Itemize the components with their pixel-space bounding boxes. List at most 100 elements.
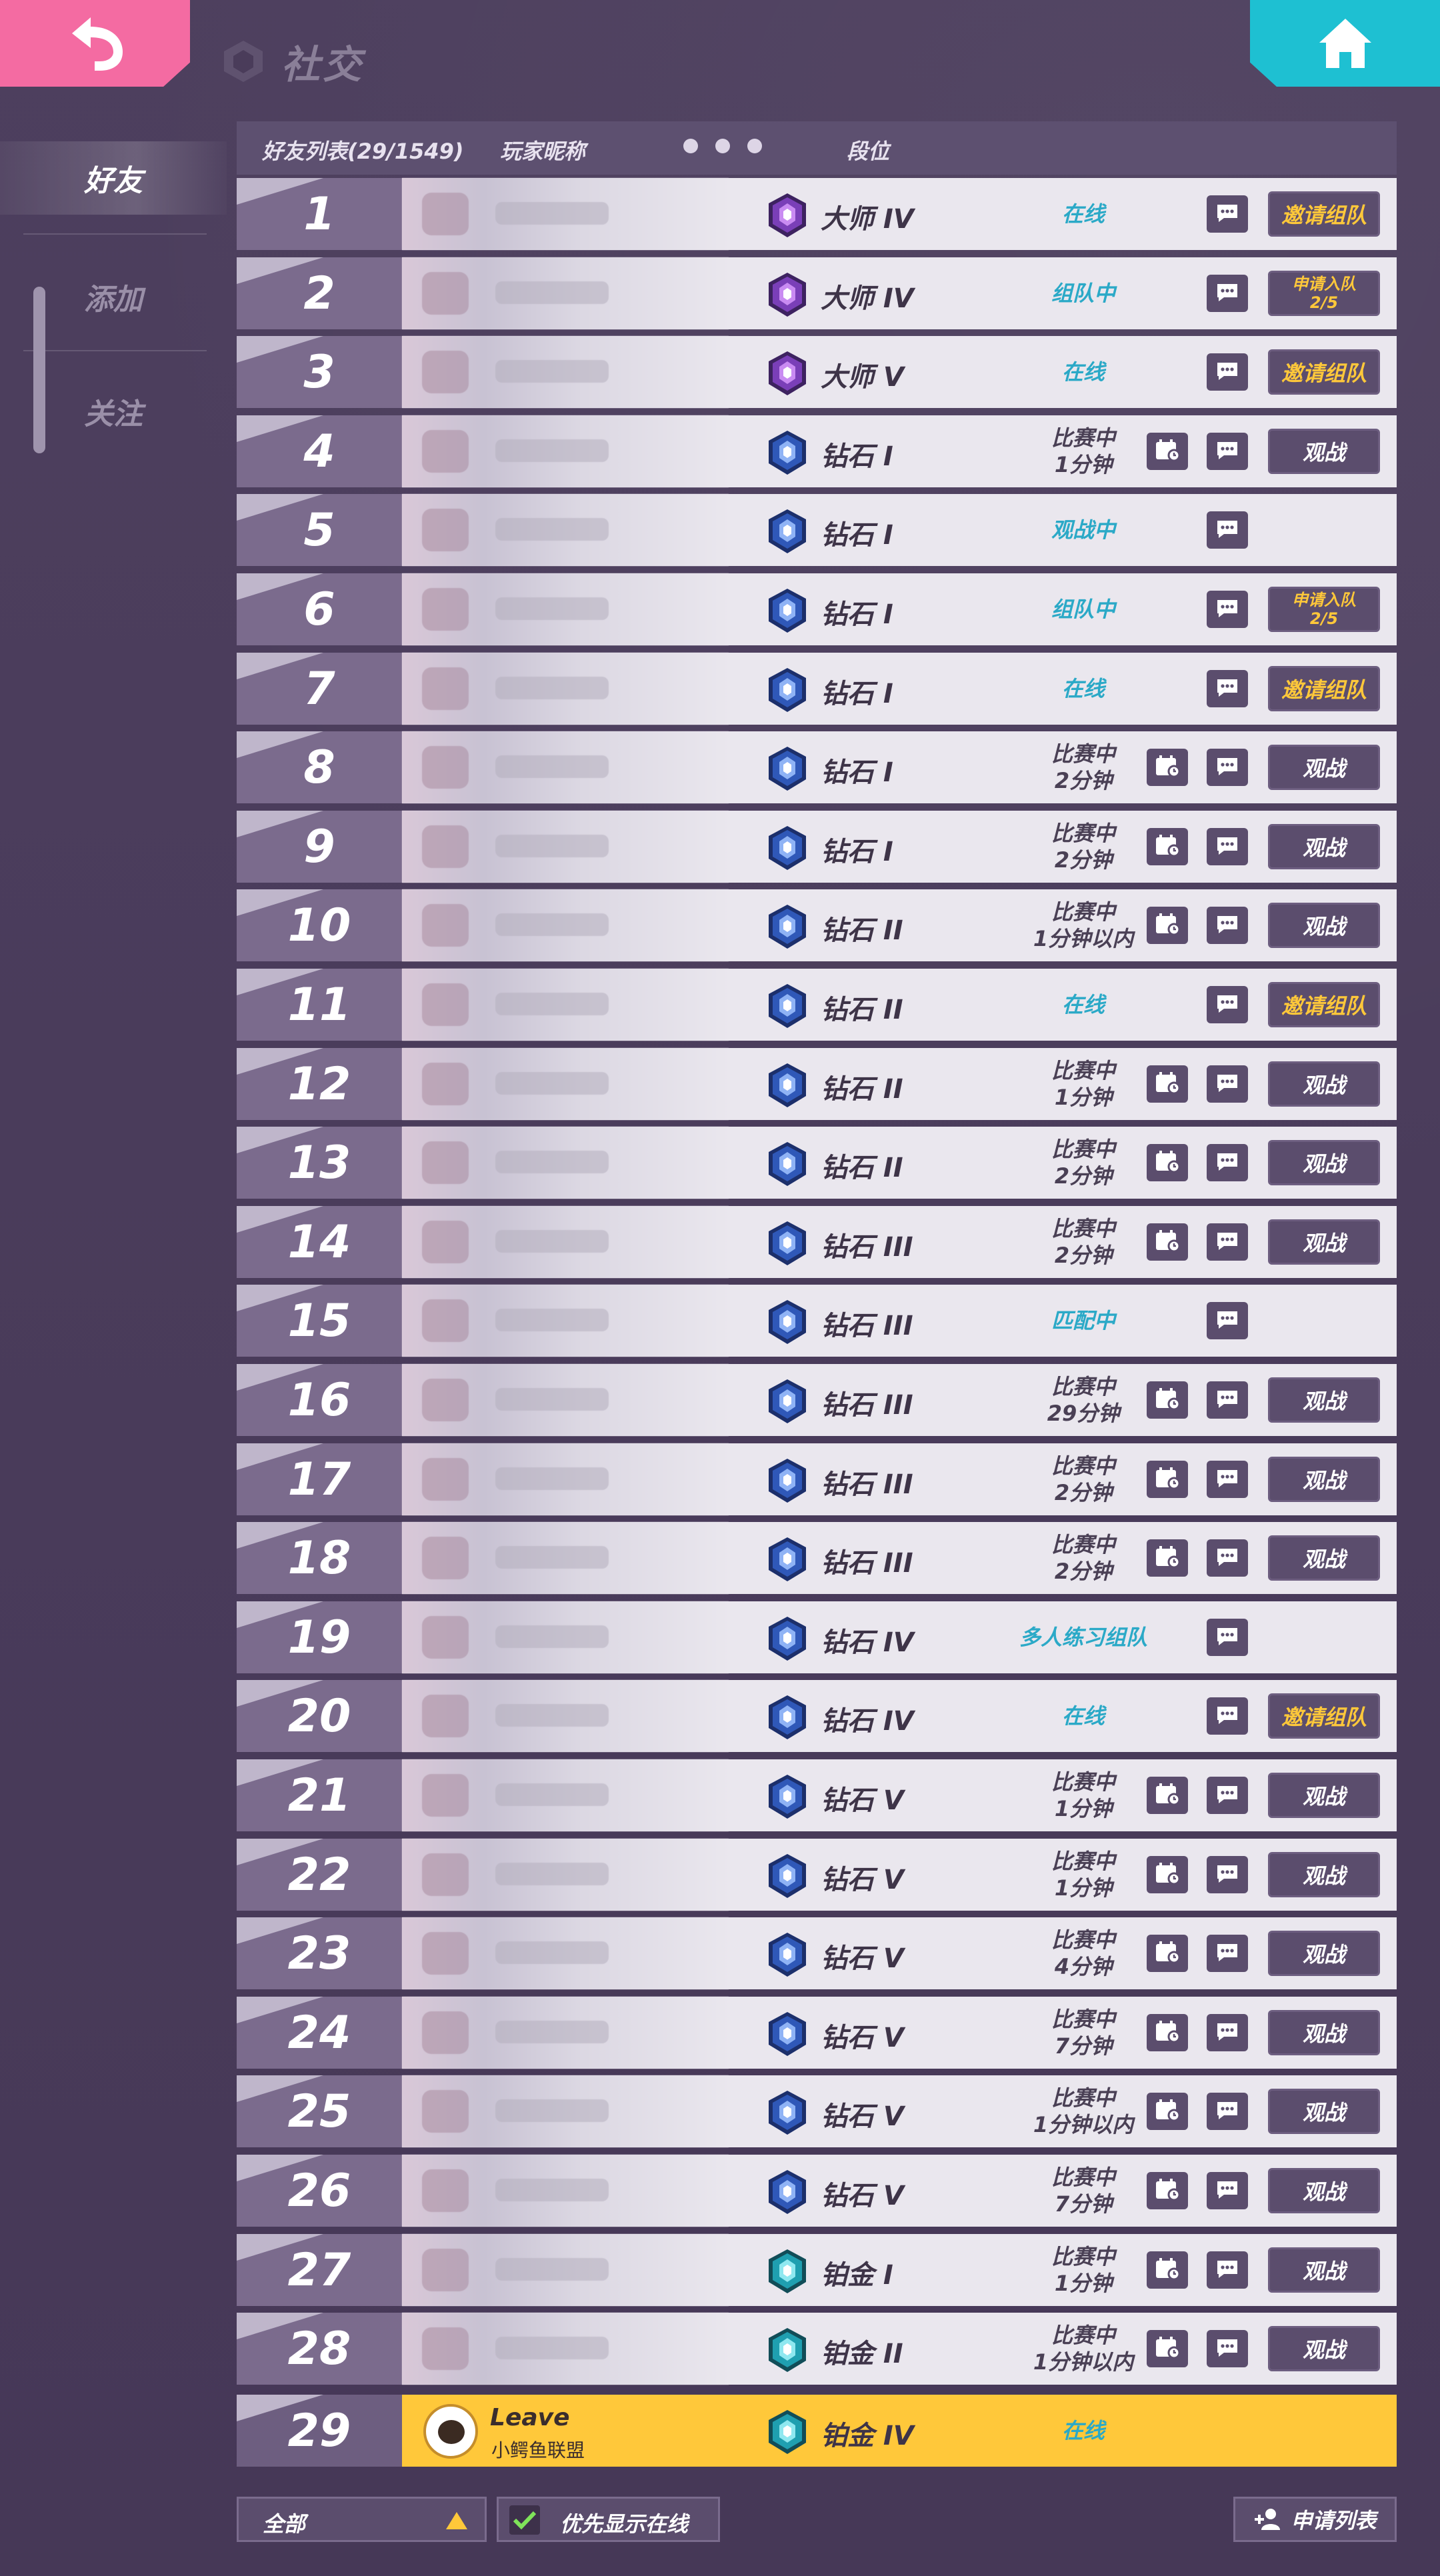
- schedule-button[interactable]: [1147, 1777, 1188, 1814]
- invite-team-button[interactable]: 邀请组队: [1268, 666, 1380, 711]
- chat-button[interactable]: [1207, 1856, 1248, 1893]
- schedule-button[interactable]: [1147, 1223, 1188, 1261]
- chat-button[interactable]: [1207, 1302, 1248, 1339]
- friend-row[interactable]: 16 钻石 III 比赛中 29分钟 观战: [237, 1364, 1397, 1436]
- spectate-button[interactable]: 观战: [1268, 1773, 1380, 1818]
- apply-join-button[interactable]: 申请入队 2/5: [1268, 587, 1380, 632]
- chat-button[interactable]: [1207, 749, 1248, 786]
- chat-button[interactable]: [1207, 1144, 1248, 1181]
- friend-row[interactable]: 5 钻石 I 观战中: [237, 494, 1397, 566]
- chat-button[interactable]: [1207, 986, 1248, 1023]
- spectate-button[interactable]: 观战: [1268, 2247, 1380, 2293]
- chat-button[interactable]: [1207, 1461, 1248, 1498]
- friend-row[interactable]: 28 铂金 II 比赛中 1分钟以内 观战: [237, 2313, 1397, 2385]
- invite-team-button[interactable]: 邀请组队: [1268, 982, 1380, 1027]
- chat-button[interactable]: [1207, 1381, 1248, 1419]
- chat-button[interactable]: [1207, 195, 1248, 233]
- schedule-button[interactable]: [1147, 2251, 1188, 2289]
- chat-button[interactable]: [1207, 1539, 1248, 1577]
- invite-team-button[interactable]: 邀请组队: [1268, 349, 1380, 395]
- friend-row[interactable]: 12 钻石 II 比赛中 1分钟 观战: [237, 1048, 1397, 1120]
- chat-button[interactable]: [1207, 275, 1248, 312]
- sidebar-scrollbar[interactable]: [33, 287, 45, 453]
- online-first-toggle[interactable]: 优先显示在线: [497, 2497, 720, 2542]
- chat-button[interactable]: [1207, 1697, 1248, 1735]
- schedule-button[interactable]: [1147, 1144, 1188, 1181]
- friend-row[interactable]: 18 钻石 III 比赛中 2分钟 观战: [237, 1522, 1397, 1594]
- checkbox[interactable]: [509, 2505, 540, 2535]
- schedule-button[interactable]: [1147, 749, 1188, 786]
- friend-row[interactable]: 14 钻石 III 比赛中 2分钟 观战: [237, 1206, 1397, 1278]
- spectate-button[interactable]: 观战: [1268, 2010, 1380, 2055]
- spectate-button[interactable]: 观战: [1268, 2168, 1380, 2213]
- spectate-button[interactable]: 观战: [1268, 1219, 1380, 1265]
- chat-button[interactable]: [1207, 591, 1248, 628]
- schedule-button[interactable]: [1147, 433, 1188, 470]
- schedule-button[interactable]: [1147, 907, 1188, 944]
- spectate-button[interactable]: 观战: [1268, 1061, 1380, 1107]
- chat-button[interactable]: [1207, 1223, 1248, 1261]
- home-button[interactable]: [1250, 0, 1440, 87]
- spectate-button[interactable]: 观战: [1268, 2326, 1380, 2371]
- friend-row[interactable]: 22 钻石 V 比赛中 1分钟 观战: [237, 1839, 1397, 1911]
- friend-row[interactable]: 21 钻石 V 比赛中 1分钟 观战: [237, 1759, 1397, 1831]
- chat-button[interactable]: [1207, 1619, 1248, 1656]
- spectate-button[interactable]: 观战: [1268, 1140, 1380, 1185]
- chat-button[interactable]: [1207, 2093, 1248, 2130]
- chat-button[interactable]: [1207, 907, 1248, 944]
- chat-button[interactable]: [1207, 1065, 1248, 1103]
- self-row[interactable]: 29 Leave 小鳄鱼联盟 铂金 IV 在线: [237, 2395, 1397, 2467]
- friend-row[interactable]: 13 钻石 II 比赛中 2分钟 观战: [237, 1127, 1397, 1199]
- chat-button[interactable]: [1207, 1935, 1248, 1972]
- spectate-button[interactable]: 观战: [1268, 745, 1380, 790]
- friend-row[interactable]: 1 大师 IV 在线 邀请组队: [237, 178, 1397, 250]
- spectate-button[interactable]: 观战: [1268, 824, 1380, 869]
- chat-button[interactable]: [1207, 2014, 1248, 2051]
- chat-button[interactable]: [1207, 2330, 1248, 2367]
- friend-row[interactable]: 4 钻石 I 比赛中 1分钟 观战: [237, 415, 1397, 487]
- invite-team-button[interactable]: 邀请组队: [1268, 1693, 1380, 1739]
- more-options-icon[interactable]: [683, 139, 762, 153]
- spectate-button[interactable]: 观战: [1268, 429, 1380, 474]
- chat-button[interactable]: [1207, 2172, 1248, 2209]
- spectate-button[interactable]: 观战: [1268, 2089, 1380, 2134]
- friend-row[interactable]: 17 钻石 III 比赛中 2分钟 观战: [237, 1443, 1397, 1515]
- friend-row[interactable]: 10 钻石 II 比赛中 1分钟以内 观战: [237, 889, 1397, 961]
- friend-row[interactable]: 23 钻石 V 比赛中 4分钟 观战: [237, 1917, 1397, 1989]
- friend-row[interactable]: 11 钻石 II 在线 邀请组队: [237, 969, 1397, 1041]
- schedule-button[interactable]: [1147, 1935, 1188, 1972]
- friend-row[interactable]: 24 钻石 V 比赛中 7分钟 观战: [237, 1997, 1397, 2069]
- chat-button[interactable]: [1207, 511, 1248, 549]
- chat-button[interactable]: [1207, 1777, 1248, 1814]
- friend-row[interactable]: 20 钻石 IV 在线 邀请组队: [237, 1680, 1397, 1752]
- friend-row[interactable]: 2 大师 IV 组队中 申请入队 2/5: [237, 257, 1397, 329]
- chat-button[interactable]: [1207, 828, 1248, 865]
- friend-row[interactable]: 25 钻石 V 比赛中 1分钟以内 观战: [237, 2075, 1397, 2147]
- schedule-button[interactable]: [1147, 2330, 1188, 2367]
- friend-row[interactable]: 15 钻石 III 匹配中: [237, 1285, 1397, 1357]
- spectate-button[interactable]: 观战: [1268, 1377, 1380, 1423]
- schedule-button[interactable]: [1147, 2093, 1188, 2130]
- apply-list-button[interactable]: 申请列表: [1233, 2497, 1397, 2542]
- schedule-button[interactable]: [1147, 1065, 1188, 1103]
- back-button[interactable]: [0, 0, 190, 87]
- invite-team-button[interactable]: 邀请组队: [1268, 191, 1380, 237]
- chat-button[interactable]: [1207, 2251, 1248, 2289]
- spectate-button[interactable]: 观战: [1268, 1535, 1380, 1581]
- schedule-button[interactable]: [1147, 828, 1188, 865]
- schedule-button[interactable]: [1147, 1461, 1188, 1498]
- friend-row[interactable]: 9 钻石 I 比赛中 2分钟 观战: [237, 811, 1397, 883]
- sidebar-tab-friends[interactable]: 好友: [0, 141, 227, 215]
- chat-button[interactable]: [1207, 433, 1248, 470]
- schedule-button[interactable]: [1147, 2014, 1188, 2051]
- schedule-button[interactable]: [1147, 2172, 1188, 2209]
- chat-button[interactable]: [1207, 353, 1248, 391]
- schedule-button[interactable]: [1147, 1381, 1188, 1419]
- friend-row[interactable]: 26 钻石 V 比赛中 7分钟 观战: [237, 2155, 1397, 2227]
- friend-row[interactable]: 3 大师 V 在线 邀请组队: [237, 336, 1397, 408]
- friend-row[interactable]: 6 钻石 I 组队中 申请入队 2/5: [237, 573, 1397, 645]
- spectate-button[interactable]: 观战: [1268, 1931, 1380, 1976]
- spectate-button[interactable]: 观战: [1268, 903, 1380, 948]
- chat-button[interactable]: [1207, 670, 1248, 707]
- schedule-button[interactable]: [1147, 1539, 1188, 1577]
